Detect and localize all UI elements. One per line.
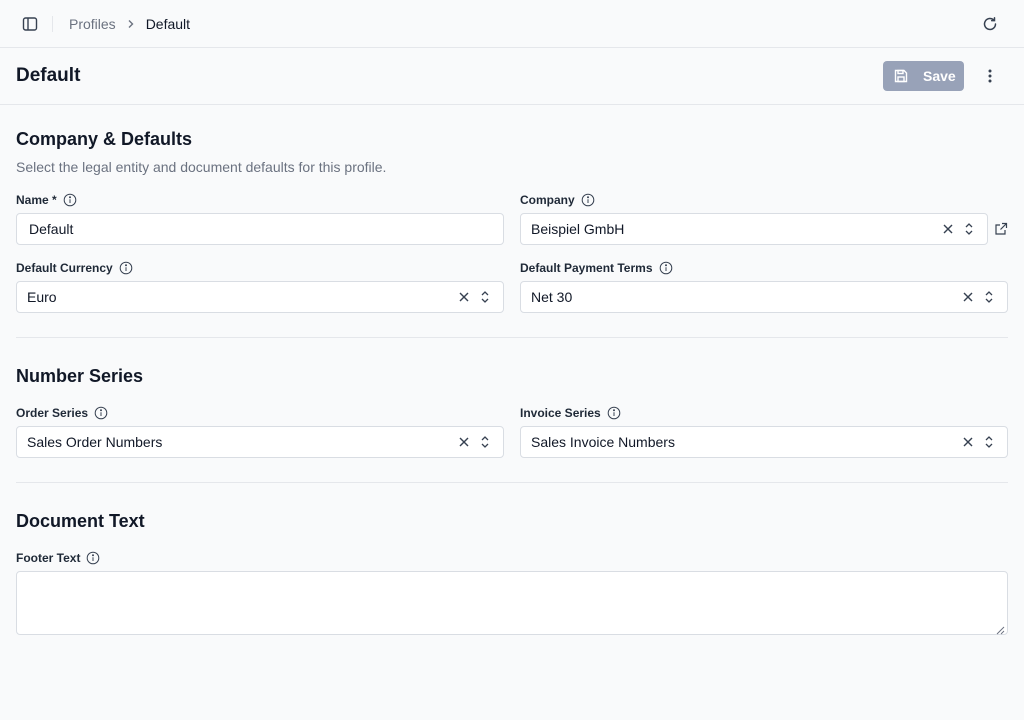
info-icon[interactable] bbox=[63, 193, 77, 207]
chevron-up-down-icon[interactable] bbox=[478, 290, 492, 304]
section-title-company: Company & Defaults bbox=[16, 129, 193, 149]
footer-text-label-text: Footer Text bbox=[16, 551, 81, 565]
info-icon[interactable] bbox=[659, 261, 673, 275]
company-select[interactable]: Beispiel GmbH bbox=[520, 213, 988, 245]
info-icon[interactable] bbox=[86, 551, 100, 565]
external-link-icon[interactable] bbox=[993, 221, 1009, 237]
invoice-series-select[interactable]: Sales Invoice Numbers bbox=[520, 426, 1008, 458]
save-icon bbox=[893, 68, 909, 84]
clear-icon[interactable] bbox=[457, 290, 471, 304]
currency-select-value: Euro bbox=[27, 289, 57, 305]
name-input-value: Default bbox=[29, 221, 74, 237]
clear-icon[interactable] bbox=[961, 290, 975, 304]
chevron-up-down-icon[interactable] bbox=[982, 290, 996, 304]
currency-label-text: Default Currency bbox=[16, 261, 113, 275]
order-series-label: Order Series bbox=[16, 405, 108, 421]
chevron-up-down-icon[interactable] bbox=[962, 222, 976, 236]
payment-terms-label: Default Payment Terms bbox=[520, 260, 673, 276]
chevron-up-down-icon[interactable] bbox=[982, 435, 996, 449]
order-series-select-value: Sales Order Numbers bbox=[27, 434, 163, 450]
info-icon[interactable] bbox=[94, 406, 108, 420]
footer-text-textarea[interactable] bbox=[16, 571, 1008, 635]
currency-select[interactable]: Euro bbox=[16, 281, 504, 313]
clear-icon[interactable] bbox=[457, 435, 471, 449]
name-label-text: Name * bbox=[16, 193, 57, 207]
chevron-up-down-icon[interactable] bbox=[478, 435, 492, 449]
save-button-label: Save bbox=[923, 68, 956, 84]
sidebar-toggle-icon[interactable] bbox=[20, 14, 40, 34]
name-input[interactable]: Default bbox=[16, 213, 504, 245]
payment-terms-label-text: Default Payment Terms bbox=[520, 261, 653, 275]
top-bar: Profiles Default bbox=[0, 0, 1024, 48]
resize-handle-icon[interactable] bbox=[995, 622, 1005, 635]
order-series-select[interactable]: Sales Order Numbers bbox=[16, 426, 504, 458]
breadcrumb-current: Default bbox=[145, 16, 191, 32]
page-title: Default bbox=[16, 65, 81, 86]
section-divider bbox=[16, 337, 1008, 338]
page-header: Default Save bbox=[0, 48, 1024, 105]
chevron-right-icon bbox=[126, 19, 136, 29]
more-options-icon[interactable] bbox=[980, 66, 1000, 86]
breadcrumb-profiles-link[interactable]: Profiles bbox=[69, 16, 116, 32]
company-label: Company bbox=[520, 192, 595, 208]
info-icon[interactable] bbox=[119, 261, 133, 275]
payment-terms-select[interactable]: Net 30 bbox=[520, 281, 1008, 313]
section-divider bbox=[16, 482, 1008, 483]
clear-icon[interactable] bbox=[961, 435, 975, 449]
topbar-divider bbox=[52, 16, 53, 32]
name-label: Name * bbox=[16, 192, 77, 208]
currency-label: Default Currency bbox=[16, 260, 133, 276]
save-button[interactable]: Save bbox=[883, 61, 964, 91]
invoice-series-select-value: Sales Invoice Numbers bbox=[531, 434, 675, 450]
info-icon[interactable] bbox=[581, 193, 595, 207]
invoice-series-label: Invoice Series bbox=[520, 405, 621, 421]
refresh-icon[interactable] bbox=[980, 14, 1000, 34]
footer-text-label: Footer Text bbox=[16, 550, 100, 566]
info-icon[interactable] bbox=[607, 406, 621, 420]
section-description-company: Select the legal entity and document def… bbox=[16, 159, 387, 175]
breadcrumb: Profiles Default bbox=[69, 15, 190, 33]
company-label-text: Company bbox=[520, 193, 575, 207]
section-title-number-series: Number Series bbox=[16, 366, 144, 386]
clear-icon[interactable] bbox=[941, 222, 955, 236]
company-select-value: Beispiel GmbH bbox=[531, 221, 625, 237]
invoice-series-label-text: Invoice Series bbox=[520, 406, 601, 420]
payment-terms-select-value: Net 30 bbox=[531, 289, 573, 305]
section-title-document-text: Document Text bbox=[16, 511, 145, 531]
order-series-label-text: Order Series bbox=[16, 406, 89, 420]
